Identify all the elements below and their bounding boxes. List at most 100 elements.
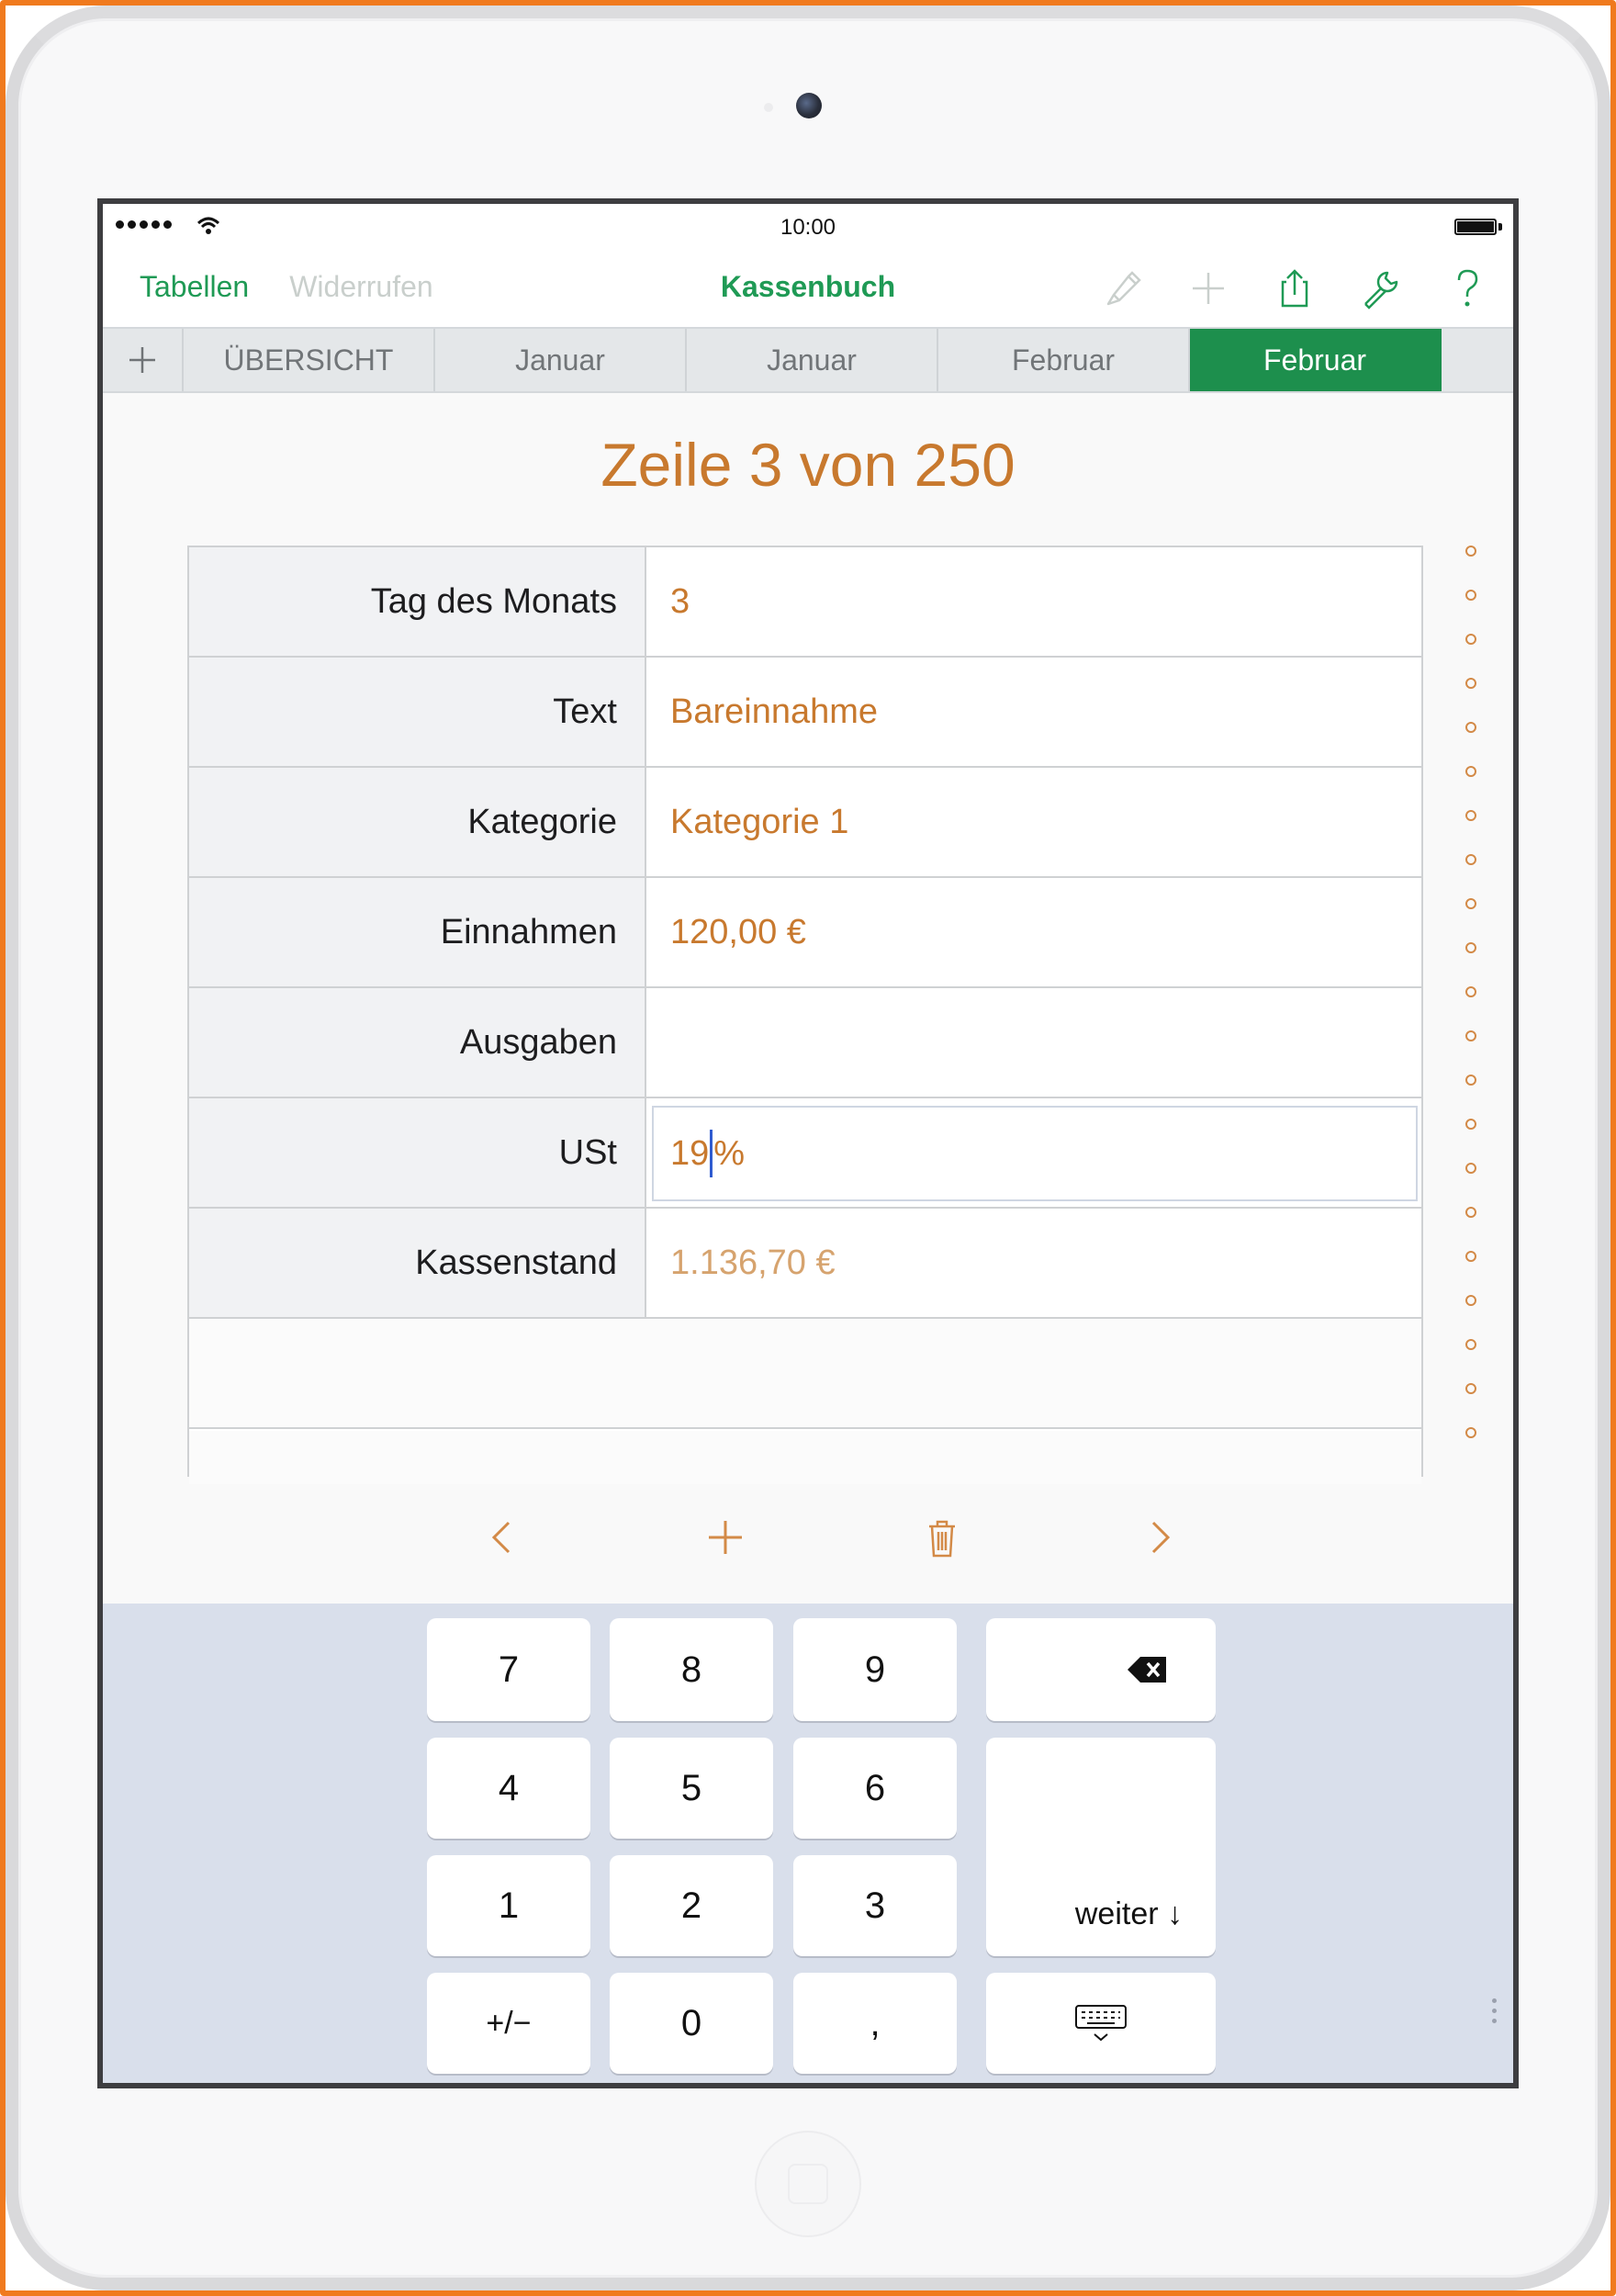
field-value-kassenstand: 1.136,70 € bbox=[670, 1243, 836, 1282]
undo-button[interactable]: Widerrufen bbox=[289, 270, 433, 304]
chevron-right-icon bbox=[1151, 1521, 1171, 1554]
form-row: Kassenstand 1.136,70 € bbox=[189, 1209, 1421, 1319]
scroll-dot bbox=[1465, 898, 1476, 909]
toolbar-left-group: Tabellen Widerrufen bbox=[140, 270, 433, 304]
toolbar: Tabellen Widerrufen Kassenbuch bbox=[103, 250, 1513, 327]
form-view: Zeile 3 von 250 Tag des Monats 3 Text Ba… bbox=[103, 393, 1513, 1604]
scroll-dot bbox=[1465, 986, 1476, 997]
form-row: Ausgaben bbox=[189, 988, 1421, 1098]
front-sensor bbox=[764, 103, 773, 112]
field-value-tag[interactable]: 3 bbox=[648, 547, 1421, 656]
scroll-dot bbox=[1465, 1030, 1476, 1041]
field-label: Tag des Monats bbox=[189, 547, 646, 656]
scroll-dot bbox=[1465, 634, 1476, 645]
form-row: Einnahmen 120,00 € bbox=[189, 878, 1421, 988]
scroll-dot bbox=[1465, 1339, 1476, 1350]
scroll-dot bbox=[1465, 1207, 1476, 1218]
key-5[interactable]: 5 bbox=[610, 1738, 773, 1839]
field-label: Kategorie bbox=[189, 768, 646, 876]
field-label: Text bbox=[189, 658, 646, 766]
field-label: Einnahmen bbox=[189, 878, 646, 986]
help-icon[interactable] bbox=[1440, 261, 1495, 316]
hide-keyboard-key[interactable] bbox=[986, 1973, 1216, 2074]
tabellen-button[interactable]: Tabellen bbox=[140, 270, 249, 304]
form-row: USt 19% bbox=[189, 1098, 1421, 1209]
front-camera bbox=[796, 93, 822, 118]
key-8[interactable]: 8 bbox=[610, 1618, 773, 1721]
field-value-kategorie[interactable]: Kategorie 1 bbox=[648, 768, 1421, 876]
delete-row-button[interactable] bbox=[915, 1510, 970, 1565]
scroll-dot bbox=[1465, 590, 1476, 601]
plus-icon bbox=[709, 1521, 742, 1554]
form-row: Tag des Monats 3 bbox=[189, 547, 1421, 658]
trash-icon bbox=[929, 1520, 955, 1558]
tab-februar-2[interactable]: Februar bbox=[1190, 329, 1442, 391]
key-3[interactable]: 3 bbox=[793, 1855, 957, 1956]
tab-uebersicht[interactable]: ÜBERSICHT bbox=[184, 329, 435, 391]
tab-januar-2[interactable]: Januar bbox=[687, 329, 938, 391]
keyboard-dismiss-icon bbox=[1075, 2005, 1127, 2042]
keyboard-grip-icon[interactable] bbox=[1492, 1998, 1497, 2023]
backspace-icon bbox=[1128, 1657, 1166, 1683]
field-label: Ausgaben bbox=[189, 988, 646, 1097]
status-bar: 10:00 bbox=[103, 204, 1513, 250]
field-value-einnahmen[interactable]: 120,00 € bbox=[648, 878, 1421, 986]
sheet-tabs: ÜBERSICHT Januar Januar Februar Februar bbox=[103, 327, 1513, 393]
scroll-dot bbox=[1465, 1163, 1476, 1174]
key-2[interactable]: 2 bbox=[610, 1855, 773, 1956]
plus-icon bbox=[129, 347, 155, 373]
home-button[interactable] bbox=[755, 2131, 861, 2237]
scroll-dot bbox=[1465, 942, 1476, 953]
empty-row bbox=[189, 1431, 1421, 1484]
scroll-dot bbox=[1465, 722, 1476, 733]
tab-januar-1[interactable]: Januar bbox=[435, 329, 687, 391]
text-cursor bbox=[710, 1130, 713, 1177]
empty-row bbox=[189, 1319, 1421, 1429]
scroll-dot bbox=[1465, 854, 1476, 865]
field-label: USt bbox=[189, 1098, 646, 1207]
previous-row-button[interactable] bbox=[476, 1510, 531, 1565]
scroll-dot bbox=[1465, 1119, 1476, 1130]
wrench-icon[interactable] bbox=[1353, 261, 1408, 316]
tab-februar-1[interactable]: Februar bbox=[938, 329, 1190, 391]
field-value-text[interactable]: Bareinnahme bbox=[648, 658, 1421, 766]
scroll-dot bbox=[1465, 546, 1476, 557]
field-value-ausgaben[interactable] bbox=[648, 988, 1421, 1097]
add-sheet-button[interactable] bbox=[103, 329, 184, 391]
scroll-dot bbox=[1465, 810, 1476, 821]
share-icon[interactable] bbox=[1267, 261, 1322, 316]
home-square-icon bbox=[788, 2164, 828, 2204]
screen: 10:00 Tabellen Widerrufen Kassenbuch ÜBE… bbox=[97, 198, 1519, 2088]
next-row-button[interactable] bbox=[1131, 1510, 1186, 1565]
brush-icon[interactable] bbox=[1094, 261, 1150, 316]
form-row: Text Bareinnahme bbox=[189, 658, 1421, 768]
document-title: Kassenbuch bbox=[720, 270, 896, 303]
scroll-dot bbox=[1465, 678, 1476, 689]
key-4[interactable]: 4 bbox=[427, 1738, 590, 1839]
scroll-dot bbox=[1465, 1427, 1476, 1438]
record-actions bbox=[103, 1497, 1513, 1580]
key-7[interactable]: 7 bbox=[427, 1618, 590, 1721]
key-1[interactable]: 1 bbox=[427, 1855, 590, 1956]
input-text-after-cursor: % bbox=[713, 1133, 746, 1173]
form-row: Kategorie Kategorie 1 bbox=[189, 768, 1421, 878]
key-9[interactable]: 9 bbox=[793, 1618, 957, 1721]
scroll-dot bbox=[1465, 1295, 1476, 1306]
battery-icon bbox=[1454, 219, 1497, 235]
plus-minus-key[interactable]: +/− bbox=[427, 1973, 590, 2074]
key-6[interactable]: 6 bbox=[793, 1738, 957, 1839]
battery-tip bbox=[1498, 223, 1502, 231]
record-form: Tag des Monats 3 Text Bareinnahme Katego… bbox=[187, 546, 1423, 1484]
row-title: Zeile 3 von 250 bbox=[600, 431, 1016, 499]
add-row-button[interactable] bbox=[698, 1510, 753, 1565]
key-0[interactable]: 0 bbox=[610, 1973, 773, 2074]
backspace-key[interactable] bbox=[986, 1618, 1216, 1721]
comma-key[interactable]: , bbox=[793, 1973, 957, 2074]
scroll-dot bbox=[1465, 766, 1476, 777]
toolbar-icons bbox=[1094, 261, 1495, 316]
status-time: 10:00 bbox=[780, 215, 836, 240]
next-key[interactable]: weiter ↓ bbox=[986, 1738, 1216, 1956]
scroll-dot bbox=[1465, 1075, 1476, 1086]
field-input-ust[interactable]: 19% bbox=[652, 1106, 1418, 1201]
plus-icon[interactable] bbox=[1181, 261, 1236, 316]
